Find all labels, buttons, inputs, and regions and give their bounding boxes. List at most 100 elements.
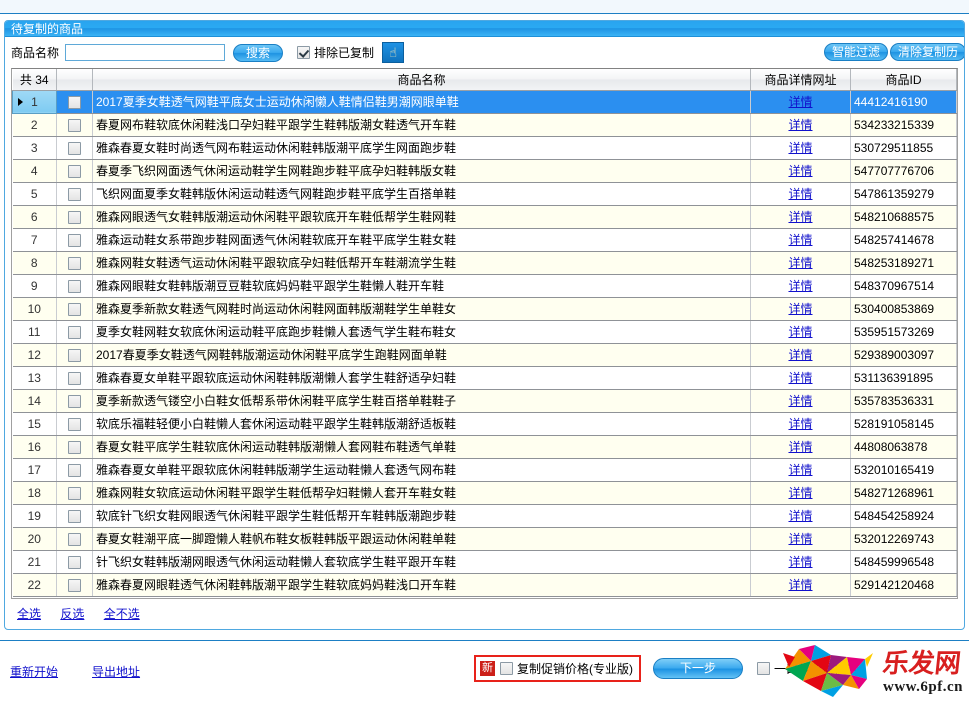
- row-header-cell[interactable]: 21: [13, 550, 57, 573]
- table-row[interactable]: 6雅森网眼透气女鞋韩版潮运动休闲鞋平跟软底开车鞋低帮学生鞋网鞋详情5482106…: [13, 205, 957, 228]
- row-checkbox-cell[interactable]: [57, 458, 93, 481]
- row-checkbox[interactable]: [68, 510, 81, 523]
- row-checkbox[interactable]: [68, 165, 81, 178]
- row-checkbox[interactable]: [68, 142, 81, 155]
- product-url-cell[interactable]: 详情: [751, 527, 851, 550]
- row-checkbox[interactable]: [68, 96, 81, 109]
- detail-link[interactable]: 详情: [788, 532, 812, 546]
- product-url-cell[interactable]: 详情: [751, 228, 851, 251]
- row-checkbox[interactable]: [68, 188, 81, 201]
- table-row[interactable]: 18雅森网鞋女软底运动休闲鞋平跟学生鞋低帮孕妇鞋懒人套开车鞋女鞋详情548271…: [13, 481, 957, 504]
- table-row[interactable]: 8雅森网鞋女鞋透气运动休闲鞋平跟软底孕妇鞋低帮开车鞋潮流学生鞋详情5482531…: [13, 251, 957, 274]
- row-checkbox-cell[interactable]: [57, 573, 93, 596]
- product-url-cell[interactable]: 详情: [751, 412, 851, 435]
- detail-link[interactable]: 详情: [788, 509, 812, 523]
- row-header-cell[interactable]: 14: [13, 389, 57, 412]
- product-url-cell[interactable]: 详情: [751, 481, 851, 504]
- row-checkbox-cell[interactable]: [57, 113, 93, 136]
- row-checkbox-cell[interactable]: [57, 389, 93, 412]
- row-checkbox[interactable]: [68, 280, 81, 293]
- lowest-price-checkbox[interactable]: [757, 662, 770, 675]
- row-header-cell[interactable]: 4: [13, 159, 57, 182]
- table-row[interactable]: 2春夏网布鞋软底休闲鞋浅口孕妇鞋平跟学生鞋韩版潮女鞋透气开车鞋详情5342332…: [13, 113, 957, 136]
- row-checkbox[interactable]: [68, 556, 81, 569]
- table-row[interactable]: 19软底针飞织女鞋网眼透气休闲鞋平跟学生鞋低帮开车鞋韩版潮跑步鞋详情548454…: [13, 504, 957, 527]
- row-checkbox-cell[interactable]: [57, 159, 93, 182]
- row-checkbox[interactable]: [68, 257, 81, 270]
- row-checkbox-cell[interactable]: [57, 320, 93, 343]
- row-checkbox[interactable]: [68, 349, 81, 362]
- product-name-input[interactable]: [65, 44, 225, 61]
- select-all-link[interactable]: 全选: [17, 607, 41, 621]
- table-row[interactable]: 9雅森网眼鞋女鞋韩版潮豆豆鞋软底妈妈鞋平跟学生鞋懒人鞋开车鞋详情54837096…: [13, 274, 957, 297]
- product-url-cell[interactable]: 详情: [751, 435, 851, 458]
- table-row[interactable]: 11夏季女鞋网鞋女软底休闲运动鞋平底跑步鞋懒人套透气学生鞋布鞋女详情535951…: [13, 320, 957, 343]
- row-checkbox-cell[interactable]: [57, 435, 93, 458]
- clear-copy-history-button[interactable]: 清除复制历: [890, 43, 965, 61]
- row-checkbox[interactable]: [68, 326, 81, 339]
- product-url-cell[interactable]: 详情: [751, 320, 851, 343]
- detail-link[interactable]: 详情: [788, 95, 812, 109]
- product-url-cell[interactable]: 详情: [751, 458, 851, 481]
- product-url-cell[interactable]: 详情: [751, 159, 851, 182]
- detail-link[interactable]: 详情: [788, 164, 812, 178]
- row-header-cell[interactable]: 19: [13, 504, 57, 527]
- table-row[interactable]: 22雅森春夏网眼鞋透气休闲鞋韩版潮平跟学生鞋软底妈妈鞋浅口开车鞋详情529142…: [13, 573, 957, 596]
- detail-link[interactable]: 详情: [788, 394, 812, 408]
- select-none-link[interactable]: 全不选: [104, 607, 140, 621]
- product-url-cell[interactable]: 详情: [751, 504, 851, 527]
- product-url-cell[interactable]: 详情: [751, 90, 851, 113]
- row-checkbox-cell[interactable]: [57, 251, 93, 274]
- detail-link[interactable]: 详情: [788, 210, 812, 224]
- row-checkbox[interactable]: [68, 211, 81, 224]
- table-row[interactable]: 21针飞织女鞋韩版潮网眼透气休闲运动鞋懒人套软底学生鞋平跟开车鞋详情548459…: [13, 550, 957, 573]
- row-checkbox[interactable]: [68, 372, 81, 385]
- row-checkbox[interactable]: [68, 464, 81, 477]
- table-row[interactable]: 15软底乐福鞋轻便小白鞋懒人套休闲运动鞋平跟学生鞋韩版潮舒适板鞋详情528191…: [13, 412, 957, 435]
- detail-link[interactable]: 详情: [788, 463, 812, 477]
- row-header-cell[interactable]: 5: [13, 182, 57, 205]
- row-header-cell[interactable]: 1: [13, 90, 57, 113]
- table-row[interactable]: 4春夏季飞织网面透气休闲运动鞋学生网鞋跑步鞋平底孕妇鞋韩版女鞋详情5477077…: [13, 159, 957, 182]
- invert-selection-link[interactable]: 反选: [60, 607, 84, 621]
- row-header-cell[interactable]: 11: [13, 320, 57, 343]
- smart-filter-button[interactable]: 智能过滤: [824, 43, 888, 61]
- row-header-cell[interactable]: 6: [13, 205, 57, 228]
- copy-promo-price-checkbox[interactable]: [500, 662, 513, 675]
- row-checkbox[interactable]: [68, 418, 81, 431]
- row-checkbox-cell[interactable]: [57, 527, 93, 550]
- row-header-cell[interactable]: 2: [13, 113, 57, 136]
- row-checkbox[interactable]: [68, 395, 81, 408]
- table-row[interactable]: 3雅森春夏女鞋时尚透气网布鞋运动休闲鞋韩版潮平底学生网面跑步鞋详情5307295…: [13, 136, 957, 159]
- table-row[interactable]: 14夏季新款透气镂空小白鞋女低帮系带休闲鞋平底学生鞋百搭单鞋鞋子详情535783…: [13, 389, 957, 412]
- detail-link[interactable]: 详情: [788, 440, 812, 454]
- product-url-cell[interactable]: 详情: [751, 251, 851, 274]
- exclude-copied-checkbox[interactable]: [297, 46, 310, 59]
- detail-link[interactable]: 详情: [788, 233, 812, 247]
- row-checkbox-cell[interactable]: [57, 481, 93, 504]
- product-url-cell[interactable]: 详情: [751, 389, 851, 412]
- row-header-cell[interactable]: 8: [13, 251, 57, 274]
- detail-link[interactable]: 详情: [788, 118, 812, 132]
- row-header-cell[interactable]: 13: [13, 366, 57, 389]
- product-url-cell[interactable]: 详情: [751, 113, 851, 136]
- product-url-cell[interactable]: 详情: [751, 573, 851, 596]
- exclude-copied-checkbox-wrap[interactable]: 排除已复制: [297, 44, 374, 61]
- row-header-cell[interactable]: 15: [13, 412, 57, 435]
- row-checkbox-cell[interactable]: [57, 504, 93, 527]
- detail-link[interactable]: 详情: [788, 256, 812, 270]
- hand-pointer-icon[interactable]: ☝: [382, 42, 404, 63]
- table-row[interactable]: 20春夏女鞋潮平底一脚蹬懒人鞋帆布鞋女板鞋韩版平跟运动休闲鞋单鞋详情532012…: [13, 527, 957, 550]
- row-header-cell[interactable]: 12: [13, 343, 57, 366]
- row-checkbox-cell[interactable]: [57, 136, 93, 159]
- row-checkbox[interactable]: [68, 303, 81, 316]
- detail-link[interactable]: 详情: [788, 486, 812, 500]
- row-checkbox-cell[interactable]: [57, 343, 93, 366]
- restart-link[interactable]: 重新开始: [10, 663, 58, 680]
- table-row[interactable]: 7雅森运动鞋女系带跑步鞋网面透气休闲鞋软底开车鞋平底学生鞋女鞋详情5482574…: [13, 228, 957, 251]
- row-checkbox-cell[interactable]: [57, 412, 93, 435]
- detail-link[interactable]: 详情: [788, 187, 812, 201]
- row-checkbox-cell[interactable]: [57, 228, 93, 251]
- row-header-cell[interactable]: 18: [13, 481, 57, 504]
- row-header-cell[interactable]: 3: [13, 136, 57, 159]
